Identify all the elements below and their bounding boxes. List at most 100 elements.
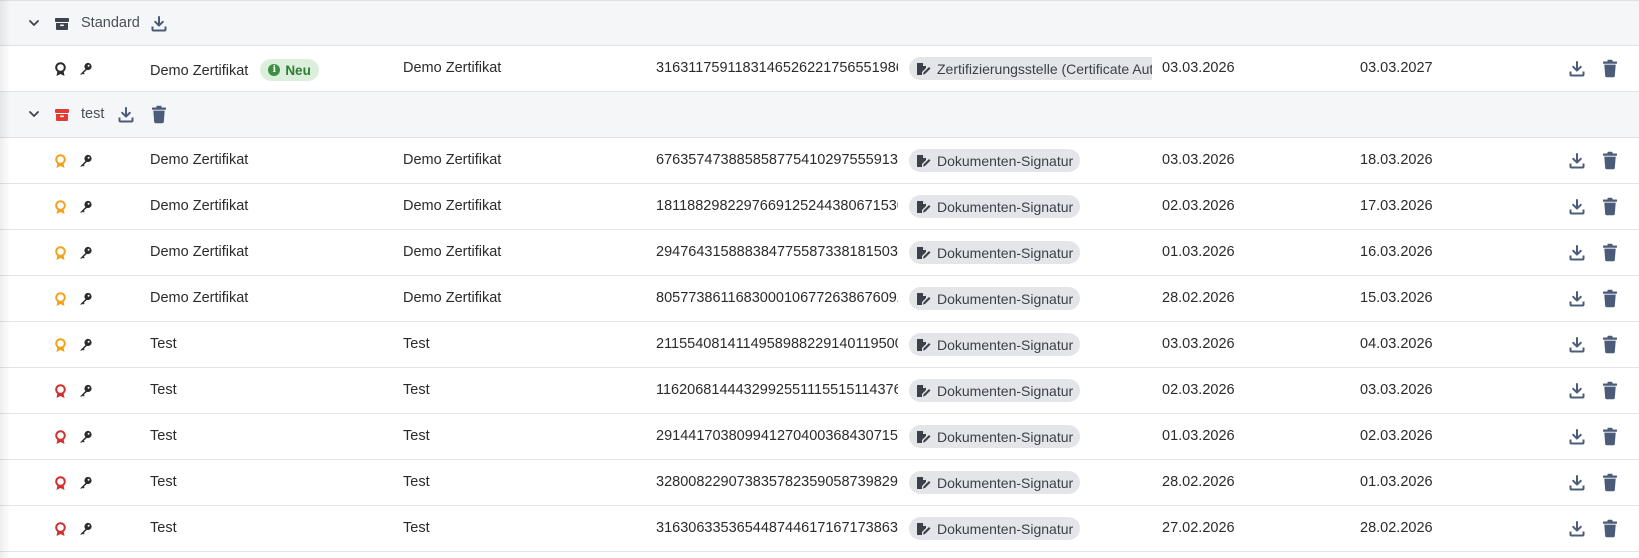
chevron-down-icon[interactable] xyxy=(27,16,41,30)
usage-chip-wrapper: Dokumenten-Signatur xyxy=(909,517,1081,540)
certificate-status-icon xyxy=(55,246,66,260)
chevron-down-icon[interactable] xyxy=(27,107,41,121)
usage-chip-wrapper: Dokumenten-Signatur xyxy=(909,287,1081,310)
trash-icon[interactable] xyxy=(1602,151,1618,170)
download-icon[interactable] xyxy=(1568,336,1586,354)
trash-icon[interactable] xyxy=(151,105,167,124)
usage-chip-wrapper: Dokumenten-Signatur xyxy=(909,333,1081,356)
usage-chip-wrapper: Dokumenten-Signatur xyxy=(909,379,1081,402)
valid-to: 02.03.2026 xyxy=(1360,428,1433,444)
file-signature-icon xyxy=(917,430,931,443)
download-icon[interactable] xyxy=(1568,428,1586,446)
trash-icon[interactable] xyxy=(1602,519,1618,538)
valid-from: 02.03.2026 xyxy=(1162,382,1235,398)
certificate-status-icon xyxy=(55,384,66,398)
group-header-standard[interactable]: Standard xyxy=(0,0,1639,46)
table-row[interactable]: Test Test 31630633536544874461716717386342… xyxy=(0,506,1639,552)
key-icon xyxy=(80,154,92,167)
valid-from: 28.02.2026 xyxy=(1162,474,1235,490)
file-signature-icon xyxy=(917,62,931,75)
usage-label: Dokumenten-Signatur xyxy=(937,336,1074,353)
trash-icon[interactable] xyxy=(1602,289,1618,308)
certificate-name: Test xyxy=(150,336,177,352)
serial-number: 211554081411495898822914011950021 xyxy=(656,336,898,352)
download-icon[interactable] xyxy=(1568,290,1586,308)
usage-chip-wrapper: Dokumenten-Signatur xyxy=(909,195,1081,218)
key-icon xyxy=(80,200,92,213)
serial-number: 328008229073835782359058739829611 xyxy=(656,474,898,490)
usage-label: Dokumenten-Signatur xyxy=(937,290,1074,307)
download-icon[interactable] xyxy=(1568,244,1586,262)
download-icon[interactable] xyxy=(1568,520,1586,538)
certificate-status-icon xyxy=(55,338,66,352)
file-signature-icon xyxy=(917,200,931,213)
usage-label: Dokumenten-Signatur xyxy=(937,474,1074,491)
download-icon[interactable] xyxy=(1568,152,1586,170)
table-row[interactable]: Demo Zertifikat Demo Zertifikat 2947643158… xyxy=(0,230,1639,276)
table-row[interactable]: Demo Zertifikat i Neu Demo Zertifikat 3163… xyxy=(0,46,1639,92)
group-header-test[interactable]: test xyxy=(0,92,1639,138)
trash-icon[interactable] xyxy=(1602,197,1618,216)
valid-to: 18.03.2026 xyxy=(1360,152,1433,168)
file-signature-icon xyxy=(917,338,931,351)
usage-chip: Dokumenten-Signatur xyxy=(909,333,1081,356)
table-row[interactable]: Test Test 32800822907383578235905873982961… xyxy=(0,460,1639,506)
trash-icon[interactable] xyxy=(1602,427,1618,446)
trash-icon[interactable] xyxy=(1602,59,1618,78)
certificate-name: Test xyxy=(150,382,177,398)
certificate-table: Standard Demo Zertifikat i Neu Demo Zertif… xyxy=(0,0,1639,552)
table-row[interactable]: Test Test 11620681444329925511155151143765… xyxy=(0,368,1639,414)
certificate-name: Demo Zertifikat xyxy=(150,152,249,168)
download-icon[interactable] xyxy=(1568,382,1586,400)
usage-label: Dokumenten-Signatur xyxy=(937,152,1074,169)
table-row[interactable]: Demo Zertifikat Demo Zertifikat 1811882982… xyxy=(0,184,1639,230)
table-row[interactable]: Test Test 29144170380994127040036843071547… xyxy=(0,414,1639,460)
download-icon[interactable] xyxy=(1568,474,1586,492)
valid-from: 01.03.2026 xyxy=(1162,244,1235,260)
download-icon[interactable] xyxy=(1568,60,1586,78)
key-icon xyxy=(80,476,92,489)
certificate-name: Test xyxy=(150,474,177,490)
key-icon xyxy=(80,384,92,397)
issuer: Demo Zertifikat xyxy=(403,60,502,76)
valid-to: 03.03.2026 xyxy=(1360,382,1433,398)
certificate-name: Demo Zertifikat i Neu xyxy=(150,59,319,82)
key-icon xyxy=(80,338,92,351)
new-badge: i Neu xyxy=(260,59,319,81)
certificate-status-icon xyxy=(55,154,66,168)
usage-chip-wrapper: Dokumenten-Signatur xyxy=(909,471,1081,494)
trash-icon[interactable] xyxy=(1602,381,1618,400)
archive-icon xyxy=(55,109,69,121)
table-row[interactable]: Test Test 21155408141149589882291401195002… xyxy=(0,322,1639,368)
file-signature-icon xyxy=(917,476,931,489)
archive-icon xyxy=(55,18,69,30)
usage-label: Dokumenten-Signatur xyxy=(937,198,1074,215)
serial-number: 294764315888384775587338181503237 xyxy=(656,244,898,260)
certificate-status-icon xyxy=(55,522,66,536)
certificate-name: Demo Zertifikat xyxy=(150,198,249,214)
valid-from: 27.02.2026 xyxy=(1162,520,1235,536)
certificate-name: Test xyxy=(150,520,177,536)
usage-chip: Dokumenten-Signatur xyxy=(909,241,1081,264)
certificate-name: Test xyxy=(150,428,177,444)
group-name: Standard xyxy=(81,15,140,31)
serial-number: 181188298229766912524438067153033 xyxy=(656,198,898,214)
certificate-name: Demo Zertifikat xyxy=(150,290,249,306)
table-row[interactable]: Demo Zertifikat Demo Zertifikat 6763574738… xyxy=(0,138,1639,184)
serial-number: 805773861168300010677263867609288 xyxy=(656,290,898,306)
key-icon xyxy=(80,246,92,259)
trash-icon[interactable] xyxy=(1602,473,1618,492)
usage-label: Dokumenten-Signatur xyxy=(937,428,1074,445)
issuer: Demo Zertifikat xyxy=(403,198,502,214)
download-icon[interactable] xyxy=(117,106,135,124)
download-icon[interactable] xyxy=(150,15,168,33)
trash-icon[interactable] xyxy=(1602,335,1618,354)
serial-number: 116206814443299255111551511437652 xyxy=(656,382,898,398)
file-signature-icon xyxy=(917,384,931,397)
download-icon[interactable] xyxy=(1568,198,1586,216)
file-signature-icon xyxy=(917,154,931,167)
valid-to: 16.03.2026 xyxy=(1360,244,1433,260)
table-row[interactable]: Demo Zertifikat Demo Zertifikat 8057738611… xyxy=(0,276,1639,322)
trash-icon[interactable] xyxy=(1602,243,1618,262)
usage-chip-wrapper: Zertifizierungsstelle (Certificate Autho… xyxy=(909,57,1152,80)
